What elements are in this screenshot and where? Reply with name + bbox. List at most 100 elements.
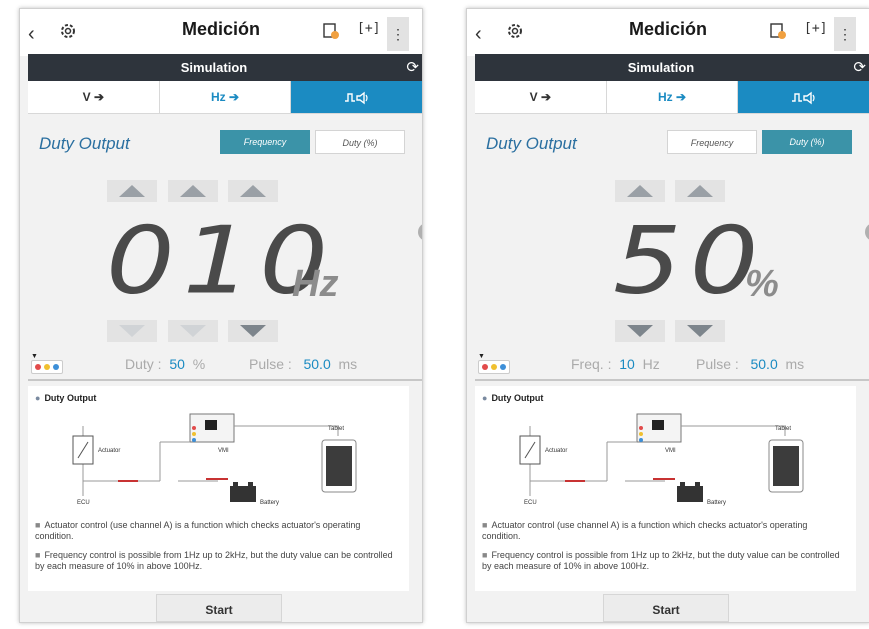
duty-readout-value: 50 <box>169 356 185 372</box>
tab-voltage[interactable]: V ➔ <box>475 81 607 113</box>
pulse-readout-unit: ms <box>785 356 805 372</box>
frequency-readout-value: 10 <box>619 356 635 372</box>
battery-label: Battery <box>707 500 726 506</box>
hundreds-down-button[interactable] <box>107 320 157 342</box>
arrow-up-icon <box>240 185 266 197</box>
probe-icon <box>478 360 510 374</box>
tens-up-button[interactable] <box>168 180 218 202</box>
mode-tabs: V ➔ Hz ➔ <box>28 81 422 114</box>
more-icon[interactable]: ⋮ <box>834 17 856 51</box>
more-icon[interactable]: ⋮ <box>387 17 409 51</box>
frequency-toggle[interactable]: Frequency <box>220 130 310 154</box>
actuator-label: Actuator <box>98 448 120 454</box>
capture-icon[interactable]: [+] <box>804 21 827 36</box>
pulse-speaker-icon <box>791 91 815 105</box>
wiring-diagram: Actuator ECU VMI Tablet Battery <box>519 413 804 506</box>
arrow-up-icon <box>180 185 206 197</box>
device-screen-duty: ‹ Medición [+] ⋮ Simulation ⟳ V ➔ Hz ➔ D… <box>466 8 869 623</box>
mode-tabs: V ➔ Hz ➔ <box>475 81 869 114</box>
pulse-readout-unit: ms <box>338 356 358 372</box>
tablet-label: Tablet <box>328 426 344 432</box>
arrow-down-icon <box>627 325 653 337</box>
vmi-label: VMI <box>665 448 676 454</box>
pulse-readout: Pulse : 50.0 ms <box>696 356 804 372</box>
duty-output-main: Duty Output Frequency Duty (%) 010 Hz ▼ … <box>28 117 422 377</box>
frequency-readout-unit: Hz <box>642 356 660 372</box>
simulation-bar: Simulation ⟳ <box>28 54 422 81</box>
note-item: ■ Actuator control (use channel A) is a f… <box>482 520 808 541</box>
frequency-unit: Hz <box>292 263 339 305</box>
diagram-heading: ● Duty Output <box>35 393 97 403</box>
ones-up-button[interactable] <box>675 180 725 202</box>
tablet-label: Tablet <box>775 426 791 432</box>
duty-toggle[interactable]: Duty (%) <box>762 130 852 154</box>
ecu-label: ECU <box>524 500 537 506</box>
tab-voltage[interactable]: V ➔ <box>28 81 160 113</box>
tens-down-button[interactable] <box>168 320 218 342</box>
device-screen-frequency: ‹ Medición [+] ⋮ Simulation ⟳ V ➔ Hz ➔ D… <box>19 8 423 623</box>
probe-selector[interactable]: ▼ <box>478 353 510 374</box>
section-divider <box>28 379 422 381</box>
start-button[interactable]: Start <box>603 594 729 622</box>
simulation-label: Simulation <box>180 60 248 75</box>
tab-duty-output[interactable] <box>738 81 869 113</box>
battery-label: Battery <box>260 500 279 506</box>
top-app-bar: ‹ Medición [+] ⋮ <box>467 9 869 56</box>
start-button[interactable]: Start <box>156 594 282 622</box>
arrow-up-icon <box>627 185 653 197</box>
probe-dropdown-icon: ▼ <box>478 353 485 360</box>
tab-frequency[interactable]: Hz ➔ <box>160 81 292 113</box>
report-icon[interactable] <box>769 22 787 45</box>
duty-value-display: 50 <box>613 207 767 315</box>
ones-down-button[interactable] <box>228 320 278 342</box>
probe-icon <box>31 360 63 374</box>
duty-readout-unit: % <box>192 356 206 372</box>
ones-up-button[interactable] <box>228 180 278 202</box>
pulse-speaker-icon <box>344 91 368 105</box>
arrow-down-icon <box>240 325 266 337</box>
side-drawer-handle[interactable] <box>418 223 422 241</box>
pulse-readout: Pulse : 50.0 ms <box>249 356 357 372</box>
duty-readout-label: Duty : <box>125 356 162 372</box>
duty-unit: % <box>745 263 779 305</box>
arrow-down-icon <box>180 325 206 337</box>
actuator-label: Actuator <box>545 448 567 454</box>
pulse-readout-value: 50.0 <box>303 356 331 372</box>
tab-duty-output[interactable] <box>291 81 422 113</box>
frequency-readout: Freq. : 10 Hz <box>571 356 660 372</box>
tab-frequency[interactable]: Hz ➔ <box>607 81 739 113</box>
note-item: ■ Actuator control (use channel A) is a f… <box>35 520 361 541</box>
frequency-readout-label: Freq. : <box>571 356 612 372</box>
arrow-down-icon <box>119 325 145 337</box>
wiring-diagram: Actuator ECU VMI Tablet Battery <box>72 413 357 506</box>
note-item: ■ Frequency control is possible from 1Hz … <box>482 550 840 571</box>
duty-toggle[interactable]: Duty (%) <box>315 130 405 154</box>
arrow-up-icon <box>119 185 145 197</box>
tens-down-button[interactable] <box>615 320 665 342</box>
probe-selector[interactable]: ▼ <box>31 353 63 374</box>
top-app-bar: ‹ Medición [+] ⋮ <box>20 9 422 56</box>
duty-output-title: Duty Output <box>39 134 130 153</box>
duty-output-diagram-card: ●Duty Output Actuator ECU VMI Tablet Ba <box>475 386 856 591</box>
duty-output-main: Duty Output Frequency Duty (%) 50 % ▼ Fr… <box>475 117 869 377</box>
capture-icon[interactable]: [+] <box>357 21 380 36</box>
simulation-label: Simulation <box>627 60 695 75</box>
hundreds-up-button[interactable] <box>107 180 157 202</box>
arrow-up-icon <box>687 185 713 197</box>
diagram-heading: ● Duty Output <box>482 393 544 403</box>
simulation-bar: Simulation ⟳ <box>475 54 869 81</box>
frequency-toggle[interactable]: Frequency <box>667 130 757 154</box>
report-icon[interactable] <box>322 22 340 45</box>
pulse-readout-label: Pulse : <box>696 356 739 372</box>
ecu-label: ECU <box>77 500 90 506</box>
refresh-icon[interactable]: ⟳ <box>406 58 419 76</box>
tens-up-button[interactable] <box>615 180 665 202</box>
refresh-icon[interactable]: ⟳ <box>853 58 866 76</box>
note-item: ■ Frequency control is possible from 1Hz … <box>35 550 393 571</box>
pulse-readout-value: 50.0 <box>750 356 778 372</box>
ones-down-button[interactable] <box>675 320 725 342</box>
duty-readout: Duty : 50 % <box>125 356 205 372</box>
side-drawer-handle[interactable] <box>865 223 869 241</box>
vmi-label: VMI <box>218 448 229 454</box>
probe-dropdown-icon: ▼ <box>31 353 38 360</box>
